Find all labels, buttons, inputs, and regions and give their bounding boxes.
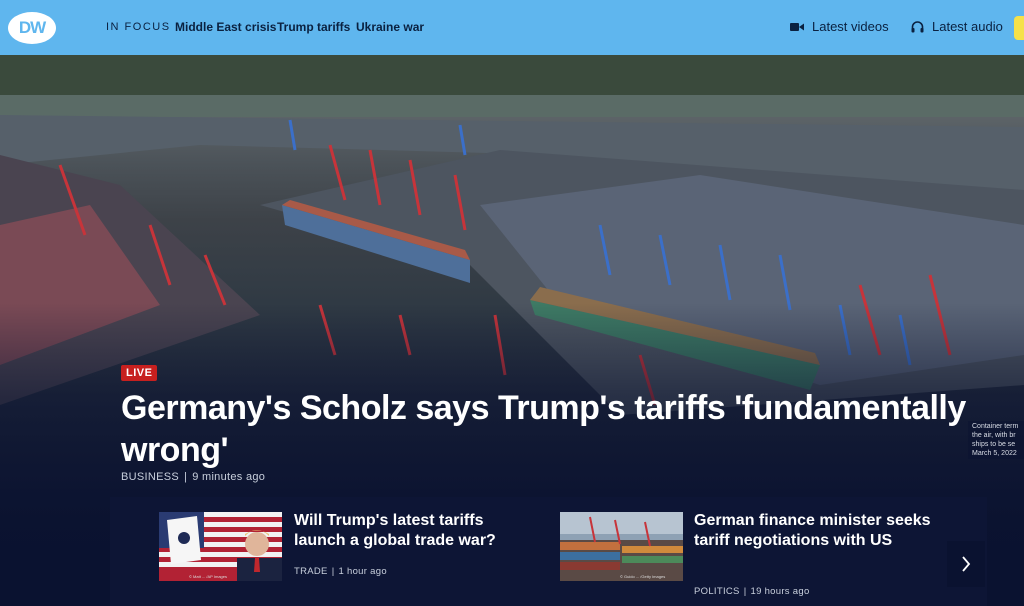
topic-trump-tariffs[interactable]: Trump tariffs [277,20,350,34]
container-port-thumbnail [560,512,683,581]
carousel-next-button[interactable] [947,541,985,587]
topic-middle-east-crisis[interactable]: Middle East crisis [175,20,276,34]
dw-logo[interactable]: DW [8,12,56,44]
chevron-right-icon [962,556,971,572]
image-caption: Container term the air, with br ships to… [968,421,1024,459]
thumbnail-credit: © Matt ... /AP Images [189,574,227,579]
caption-line: Container term [972,423,1019,430]
latest-audio-label: Latest audio [932,19,1003,34]
teaser-title[interactable]: Will Trump's latest tariffs launch a glo… [294,511,539,551]
latest-videos-label: Latest videos [812,19,889,34]
hero-category[interactable]: BUSINESS [121,471,179,483]
topic-ukraine-war[interactable]: Ukraine war [356,20,424,34]
teaser-card-politics[interactable]: © Guido ... /Getty Images German finance… [560,497,950,606]
top-navigation-bar: DW IN FOCUS Middle East crisis Trump tar… [0,0,1024,55]
teaser-card-trade[interactable]: © Matt ... /AP Images Will Trump's lates… [159,497,549,606]
teaser-thumbnail[interactable]: © Guido ... /Getty Images [560,512,683,581]
teaser-cards-row: © Matt ... /AP Images Will Trump's lates… [110,497,987,606]
trump-photo-thumbnail [159,512,282,581]
latest-videos-link[interactable]: Latest videos [790,19,889,34]
teaser-category[interactable]: TRADE [294,566,328,577]
teaser-title[interactable]: German finance minister seeks tariff neg… [694,511,944,551]
caption-line: the air, with br [972,432,1016,439]
teaser-time: 19 hours ago [750,586,810,597]
yellow-menu-tab[interactable] [1014,16,1024,40]
hero-headline[interactable]: Germany's Scholz says Trump's tariffs 'f… [121,387,991,471]
hero-meta: BUSINESS | 9 minutes ago [121,471,266,483]
caption-line: March 5, 2022 [972,450,1017,457]
teaser-meta: POLITICS | 19 hours ago [694,586,810,597]
logo-text: DW [18,18,46,37]
hero-time: 9 minutes ago [192,471,266,483]
caption-line: ships to be se [972,441,1016,448]
video-camera-icon [790,22,804,31]
live-badge: LIVE [121,365,158,381]
teaser-thumbnail[interactable]: © Matt ... /AP Images [159,512,282,581]
in-focus-label: IN FOCUS [106,21,171,33]
teaser-meta: TRADE | 1 hour ago [294,566,387,577]
latest-audio-link[interactable]: Latest audio [911,19,1003,34]
teaser-category[interactable]: POLITICS [694,586,740,597]
teaser-time: 1 hour ago [338,566,387,577]
thumbnail-credit: © Guido ... /Getty Images [620,574,666,579]
headphones-icon [911,20,924,32]
